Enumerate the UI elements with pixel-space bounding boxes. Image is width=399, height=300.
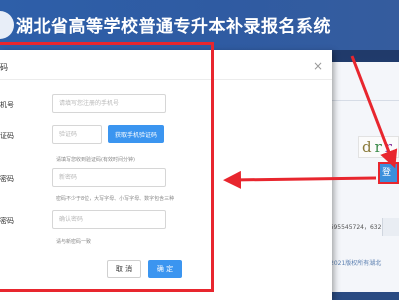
close-icon[interactable]: × [313, 59, 323, 73]
captcha-char: d [362, 138, 375, 156]
highlight-frame [0, 42, 214, 292]
captcha-char: r [384, 138, 395, 156]
captcha-char: r [374, 138, 385, 156]
scroll-widget[interactable] [382, 218, 399, 236]
forgot-password-link[interactable]: 登 [378, 162, 399, 184]
captcha-image[interactable]: drr [358, 136, 399, 158]
login-panel-divider [330, 100, 399, 101]
site-logo [0, 11, 14, 39]
site-title: 湖北省高等学校普通专升本补录报名系统 [16, 17, 331, 37]
copyright-text: 2021版权所有湖北 [330, 260, 382, 267]
